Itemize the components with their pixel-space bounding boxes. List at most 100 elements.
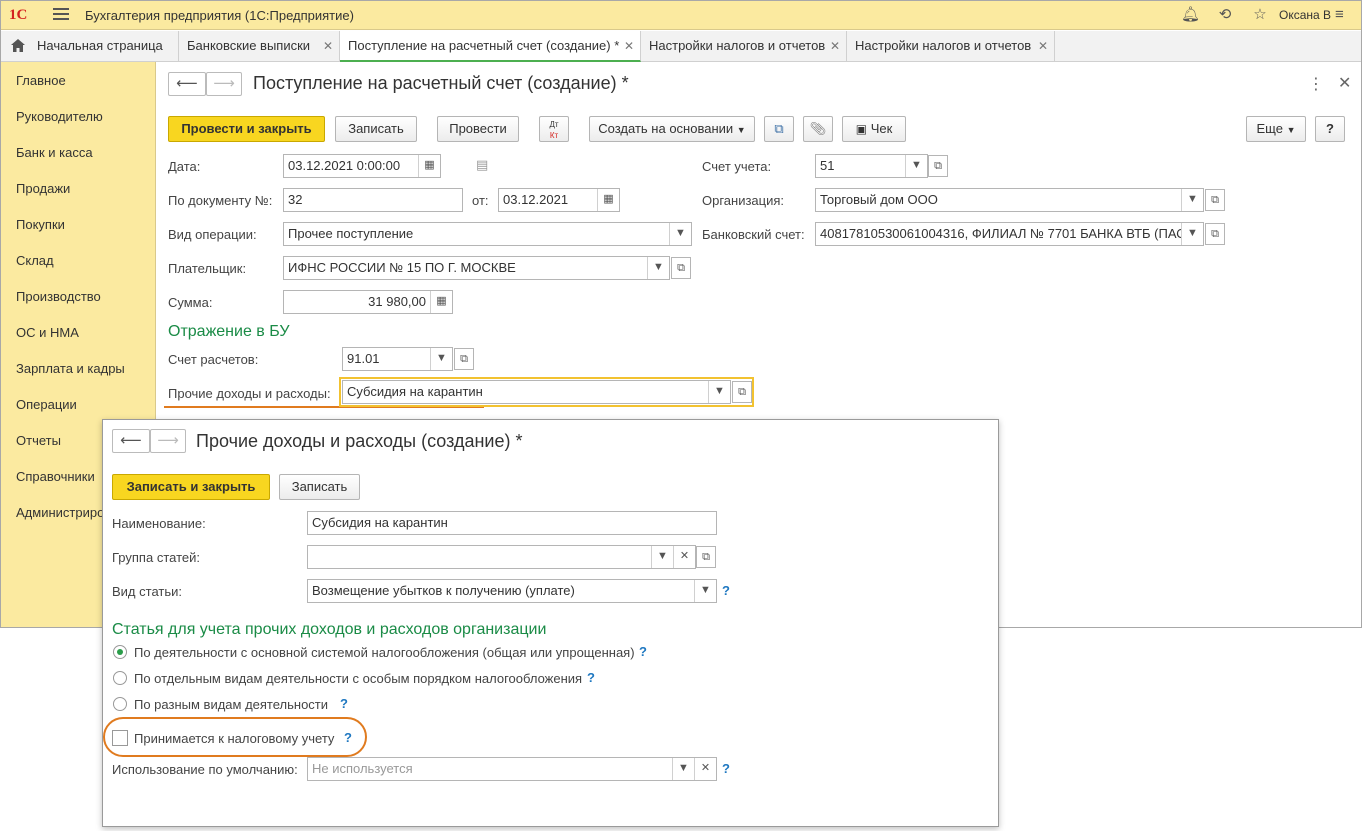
bank-account-field[interactable]: 40817810530061004316, ФИЛИАЛ № 7701 БАНК… [815, 222, 1204, 246]
sidebar-item-manager[interactable]: Руководителю [16, 109, 103, 124]
back-arrow-icon[interactable]: ⟵ [168, 72, 206, 96]
more-vertical-icon[interactable]: ⋮ [1308, 74, 1324, 94]
operation-type-field[interactable]: Прочее поступление ▼ [283, 222, 692, 246]
tab-receipt[interactable]: Поступление на расчетный счет (создание)… [340, 31, 641, 62]
chevron-down-icon[interactable]: ▼ [430, 348, 452, 370]
radio-various-label[interactable]: По разным видам деятельности [134, 697, 328, 712]
calendar-icon[interactable]: ▦ [597, 189, 619, 211]
close-icon[interactable]: ✕ [830, 31, 840, 61]
help-icon[interactable]: ? [344, 730, 352, 745]
post-button[interactable]: Провести [437, 116, 519, 142]
chevron-down-icon[interactable]: ▼ [694, 580, 716, 602]
tab-tax-settings-2[interactable]: Настройки налогов и отчетов ✕ [847, 31, 1055, 62]
payer-field[interactable]: ИФНС РОССИИ № 15 ПО Г. МОСКВЕ ▼ [283, 256, 670, 280]
doc-number-field[interactable]: 32 [283, 188, 463, 212]
dt-kt-icon[interactable]: Дт Кт [539, 116, 569, 142]
structure-icon[interactable]: ⧉ [764, 116, 794, 142]
open-icon[interactable]: ⧉ [696, 546, 716, 568]
close-icon[interactable]: ✕ [624, 31, 634, 61]
from-date-field[interactable]: 03.12.2021 ▦ [498, 188, 620, 212]
item-kind-value: Возмещение убытков к получению (уплате) [312, 583, 575, 598]
open-icon[interactable]: ⧉ [928, 155, 948, 177]
sidebar-item-main[interactable]: Главное [16, 73, 66, 88]
more-button[interactable]: Еще ▼ [1246, 116, 1306, 142]
other-income-field[interactable]: Субсидия на карантин ▼ [342, 380, 731, 404]
calculator-icon[interactable]: ▦ [430, 291, 452, 313]
help-button[interactable]: ? [1315, 116, 1345, 142]
calendar-icon[interactable]: ▦ [418, 155, 440, 177]
chevron-down-icon[interactable]: ▼ [708, 381, 730, 403]
sidebar-item-warehouse[interactable]: Склад [16, 253, 54, 268]
history-icon[interactable]: ⟲ [1216, 6, 1234, 24]
sidebar-item-payroll[interactable]: Зарплата и кадры [16, 361, 125, 376]
sidebar-item-production[interactable]: Производство [16, 289, 101, 304]
radio-various[interactable] [113, 697, 127, 711]
close-icon[interactable]: ✕ [323, 31, 333, 61]
close-icon[interactable]: ✕ [1338, 73, 1351, 93]
sidebar-item-reports[interactable]: Отчеты [16, 433, 61, 448]
help-icon[interactable]: ? [340, 696, 348, 711]
chevron-down-icon[interactable]: ▼ [1181, 189, 1203, 211]
help-icon[interactable]: ? [722, 583, 730, 598]
top-bar: 1С Бухгалтерия предприятия (1С:Предприят… [1, 1, 1361, 30]
usage-field[interactable]: Не используется ▼ ✕ [307, 757, 717, 781]
sidebar-item-references[interactable]: Справочники [16, 469, 95, 484]
sidebar-item-sales[interactable]: Продажи [16, 181, 70, 196]
operation-type-label: Вид операции: [168, 227, 257, 242]
item-kind-field[interactable]: Возмещение убытков к получению (уплате) … [307, 579, 717, 603]
receipt-button[interactable]: ▣ Чек [842, 116, 906, 142]
tab-home[interactable]: Начальная страница [1, 31, 179, 62]
open-icon[interactable]: ⧉ [454, 348, 474, 370]
help-icon[interactable]: ? [639, 644, 647, 659]
attachment-icon[interactable]: 📎︎ [803, 116, 833, 142]
radio-special-tax-label[interactable]: По отдельным видам деятельности с особым… [134, 671, 582, 686]
chevron-down-icon[interactable]: ▼ [905, 155, 927, 177]
radio-main-tax[interactable] [113, 645, 127, 659]
chevron-down-icon[interactable]: ▼ [669, 223, 691, 245]
radio-main-tax-label[interactable]: По деятельности с основной системой нало… [134, 645, 635, 660]
account-field[interactable]: 51 ▼ [815, 154, 928, 178]
sidebar-item-bank[interactable]: Банк и касса [16, 145, 93, 160]
save-button[interactable]: Записать [335, 116, 417, 142]
clear-icon[interactable]: ✕ [673, 546, 695, 568]
create-based-button[interactable]: Создать на основании ▼ [589, 116, 755, 142]
comment-icon[interactable]: ▤ [476, 157, 488, 173]
hamburger-menu-icon[interactable]: ≡ [1335, 6, 1344, 23]
chevron-down-icon[interactable]: ▼ [1181, 223, 1203, 245]
sidebar-item-operations[interactable]: Операции [16, 397, 77, 412]
menu-icon[interactable] [53, 6, 69, 22]
chevron-down-icon[interactable]: ▼ [647, 257, 669, 279]
chevron-down-icon[interactable]: ▼ [651, 546, 673, 568]
group-field[interactable]: ▼ ✕ [307, 545, 696, 569]
open-icon[interactable]: ⧉ [732, 381, 752, 403]
chevron-down-icon[interactable]: ▼ [672, 758, 694, 780]
user-name[interactable]: Оксана В [1279, 8, 1331, 22]
help-icon[interactable]: ? [722, 761, 730, 776]
open-icon[interactable]: ⧉ [671, 257, 691, 279]
forward-arrow-icon[interactable]: ⟶ [206, 72, 242, 96]
date-field[interactable]: 03.12.2021 0:00:00 ▦ [283, 154, 441, 178]
help-icon[interactable]: ? [587, 670, 595, 685]
sidebar-item-assets[interactable]: ОС и НМА [16, 325, 79, 340]
close-icon[interactable]: ✕ [1038, 31, 1048, 61]
settle-account-field[interactable]: 91.01 ▼ [342, 347, 453, 371]
popup-save-button[interactable]: Записать [279, 474, 360, 500]
open-icon[interactable]: ⧉ [1205, 223, 1225, 245]
bell-icon[interactable]: 🔔︎ [1181, 6, 1200, 24]
radio-special-tax[interactable] [113, 671, 127, 685]
tab-tax-settings-1[interactable]: Настройки налогов и отчетов ✕ [641, 31, 847, 62]
star-icon[interactable]: ☆ [1251, 6, 1269, 24]
organization-field[interactable]: Торговый дом ООО ▼ [815, 188, 1204, 212]
clear-icon[interactable]: ✕ [694, 758, 716, 780]
forward-arrow-icon[interactable]: ⟶ [150, 429, 186, 453]
post-and-close-button[interactable]: Провести и закрыть [168, 116, 325, 142]
open-icon[interactable]: ⧉ [1205, 189, 1225, 211]
name-field[interactable]: Субсидия на карантин [307, 511, 717, 535]
sidebar-item-purchases[interactable]: Покупки [16, 217, 65, 232]
tax-accounting-label[interactable]: Принимается к налоговому учету [134, 731, 334, 746]
back-arrow-icon[interactable]: ⟵ [112, 429, 150, 453]
tab-bank-statements[interactable]: Банковские выписки ✕ [179, 31, 340, 62]
save-and-close-button[interactable]: Записать и закрыть [112, 474, 270, 500]
sum-field[interactable]: 31 980,00 ▦ [283, 290, 453, 314]
tax-accounting-checkbox[interactable] [112, 730, 128, 746]
